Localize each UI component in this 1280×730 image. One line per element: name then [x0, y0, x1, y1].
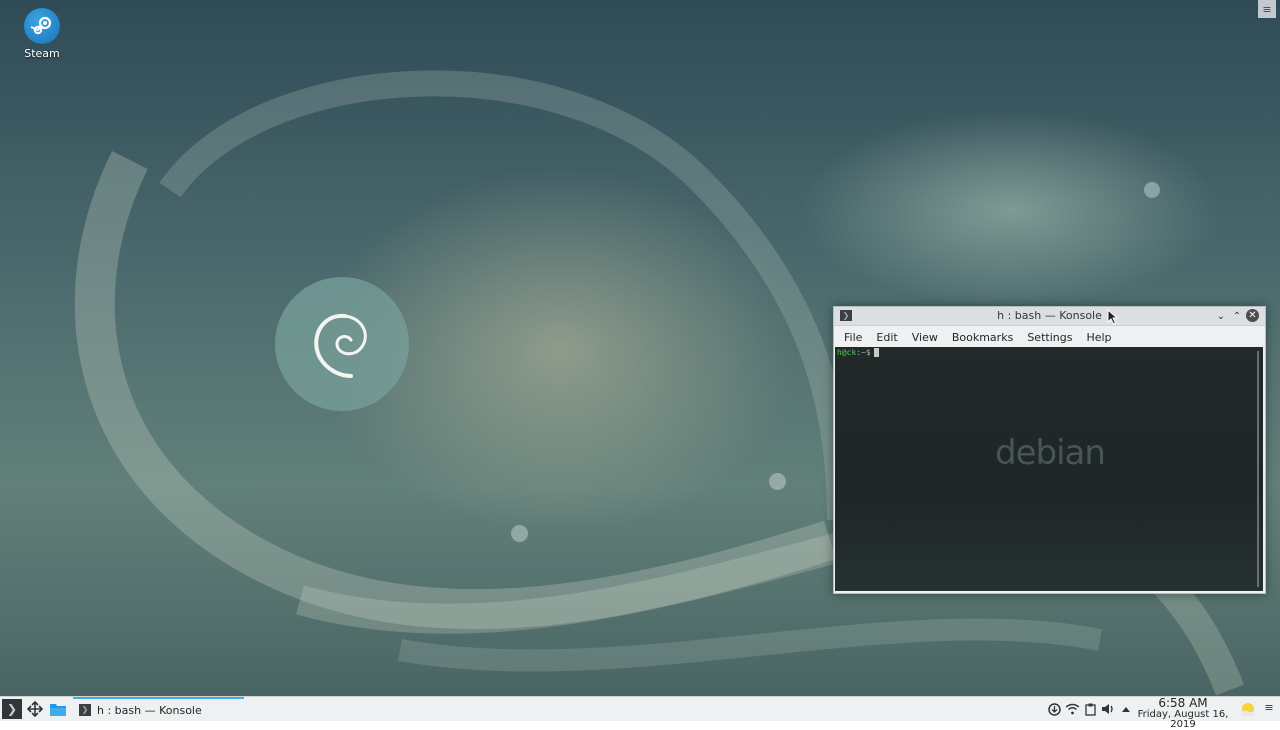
application-launcher-button[interactable]: ❯ [2, 699, 22, 719]
minimize-button[interactable]: ⌄ [1214, 309, 1228, 323]
panel-settings-button[interactable]: ≡ [1262, 701, 1276, 717]
desktop-icon-label: Steam [24, 47, 60, 60]
desktop-toolbox-button[interactable]: ≡ [1258, 0, 1276, 18]
desktop-icon-steam[interactable]: Steam [14, 8, 70, 60]
debian-logo-emblem [275, 277, 409, 411]
terminal-background-watermark: debian [995, 433, 1106, 473]
close-button[interactable]: ✕ [1246, 309, 1259, 322]
menu-settings[interactable]: Settings [1020, 331, 1079, 344]
menu-view[interactable]: View [905, 331, 945, 344]
file-manager-icon[interactable] [48, 699, 68, 719]
terminal-prompt-line: h@ck:~$ [837, 348, 879, 357]
taskbar-task-konsole[interactable]: ❯ h : bash — Konsole [73, 697, 244, 721]
wallpaper-bubble [511, 525, 528, 542]
taskbar: ❯ ❯ h : bash — Konsole 6:58 AM Friday, A… [0, 696, 1280, 730]
prompt-user: h@ck [837, 348, 857, 357]
steam-icon [24, 8, 60, 44]
system-tray [1046, 697, 1136, 721]
menu-bar: File Edit View Bookmarks Settings Help [834, 326, 1265, 348]
text-cursor [873, 348, 879, 357]
terminal-icon: ❯ [79, 704, 91, 716]
menu-help[interactable]: Help [1079, 331, 1118, 344]
debian-swirl-icon [314, 313, 367, 378]
mouse-pointer-icon [1107, 309, 1119, 325]
wallpaper-bubble [1144, 182, 1160, 198]
menu-file[interactable]: File [837, 331, 869, 344]
terminal-area[interactable]: h@ck:~$ debian [835, 347, 1263, 591]
wallpaper-bubble [769, 473, 786, 490]
window-title: h : bash — Konsole [997, 309, 1102, 322]
prompt-path: :~$ [856, 348, 871, 357]
menu-edit[interactable]: Edit [869, 331, 904, 344]
task-label: h : bash — Konsole [97, 703, 202, 717]
clock-date: Friday, August 16, 2019 [1137, 709, 1229, 730]
volume-icon[interactable] [1100, 701, 1116, 717]
clipboard-icon[interactable] [1082, 701, 1098, 717]
terminal-scrollbar[interactable] [1257, 351, 1259, 587]
konsole-window[interactable]: ❯ h : bash — Konsole ⌄ ⌃ ✕ File Edit Vie… [833, 306, 1266, 594]
maximize-button[interactable]: ⌃ [1230, 309, 1244, 323]
window-titlebar[interactable]: ❯ h : bash — Konsole ⌄ ⌃ ✕ [834, 307, 1265, 326]
digital-clock[interactable]: 6:58 AM Friday, August 16, 2019 [1128, 697, 1238, 730]
network-share-icon[interactable] [25, 699, 45, 719]
weather-sun-icon[interactable] [1240, 701, 1256, 717]
menu-bookmarks[interactable]: Bookmarks [945, 331, 1020, 344]
wifi-icon[interactable] [1064, 701, 1080, 717]
updates-icon[interactable] [1046, 701, 1062, 717]
